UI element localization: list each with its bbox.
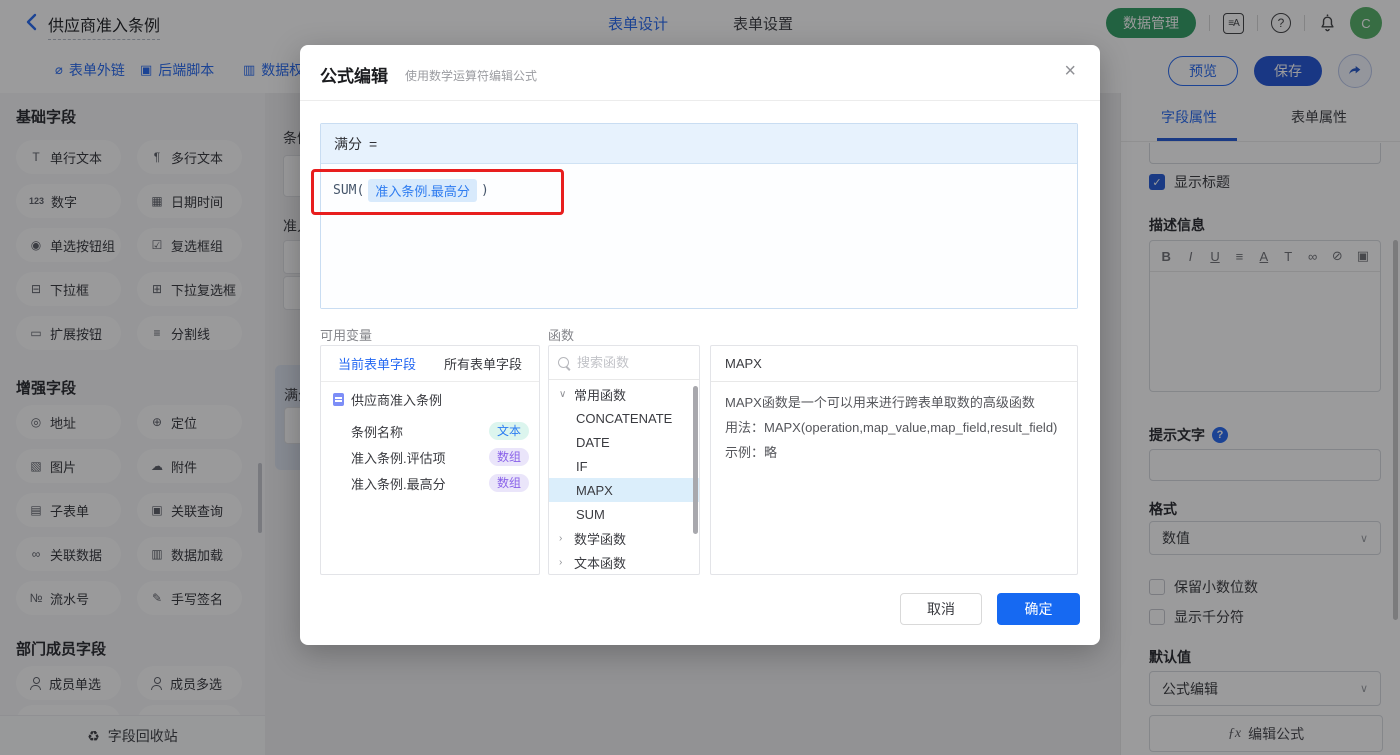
modal-title: 公式编辑 (320, 67, 388, 86)
close-icon[interactable]: × (1064, 61, 1076, 81)
doc-line: 用法：MAPX(operation,map_value,map_field,re… (725, 420, 1058, 435)
variables-section-label: 可用变量 (320, 328, 373, 343)
functions-panel: ∨ 常用函数 CONCATENATE DATE IF MAPX SUM › 数学… (548, 345, 700, 575)
modal-footer: 取消 确定 (900, 593, 1080, 625)
chevron-right-icon: › (559, 532, 563, 544)
formula-equals: = (369, 135, 378, 152)
variables-tree-root[interactable]: 供应商准入条例 (333, 390, 442, 409)
doc-line: 示例：略 (725, 445, 778, 460)
app-window: 供应商准入条例 表单设计 表单设置 数据管理 ≡A ? C ⌀ 表单外链 ▣ 后… (0, 0, 1400, 755)
chevron-right-icon: › (559, 556, 563, 568)
chevron-down-icon: ∨ (559, 388, 567, 400)
function-group-math[interactable]: › 数学函数 (549, 526, 699, 550)
function-doc-body: MAPX函数是一个可以用来进行跨表单取数的高级函数 用法：MAPX(operat… (725, 390, 1065, 465)
function-list-scrollbar[interactable] (693, 386, 698, 534)
function-search-row (549, 346, 699, 380)
group-label: 文本函数 (574, 555, 627, 571)
function-group-text[interactable]: › 文本函数 (549, 550, 699, 574)
functions-section-label: 函数 (548, 328, 575, 343)
ok-button[interactable]: 确定 (997, 593, 1080, 625)
variable-item[interactable]: 准入条例.最高分 数组 (351, 470, 529, 496)
type-badge: 数组 (488, 448, 529, 466)
doc-line: MAPX函数是一个可以用来进行跨表单取数的高级函数 (725, 395, 1035, 410)
function-search-input[interactable] (575, 354, 679, 371)
type-badge: 文本 (488, 422, 529, 440)
function-item-date[interactable]: DATE (549, 430, 699, 454)
variable-item[interactable]: 准入条例.评估项 数组 (351, 444, 529, 470)
tab-all-form-fields[interactable]: 所有表单字段 (444, 354, 522, 373)
red-highlight-box (311, 169, 564, 215)
variable-item[interactable]: 条例名称 文本 (351, 418, 529, 444)
search-icon (558, 357, 569, 368)
group-label: 数学函数 (574, 531, 627, 547)
modal-subtitle: 使用数学运算符编辑公式 (405, 69, 538, 83)
function-item-concatenate[interactable]: CONCATENATE (549, 406, 699, 430)
formula-target-row: 满分 = (321, 124, 1077, 164)
function-group-common[interactable]: ∨ 常用函数 (549, 382, 699, 406)
variable-name: 准入条例.评估项 (351, 450, 446, 466)
function-doc-panel: MAPX MAPX函数是一个可以用来进行跨表单取数的高级函数 用法：MAPX(o… (710, 345, 1078, 575)
function-list: ∨ 常用函数 CONCATENATE DATE IF MAPX SUM › 数学… (549, 382, 699, 574)
group-label: 常用函数 (574, 387, 627, 403)
variable-name: 准入条例.最高分 (351, 476, 446, 492)
variables-panel: 当前表单字段 所有表单字段 供应商准入条例 条例名称 文本 准入条例.评估项 数… (320, 345, 540, 575)
modal-header: 公式编辑 使用数学运算符编辑公式 × (300, 45, 1100, 101)
formula-editor-modal: 公式编辑 使用数学运算符编辑公式 × 满分 = SUM( 准入条例.最高分 ) … (300, 45, 1100, 645)
variable-name: 条例名称 (351, 424, 404, 440)
function-item-mapx[interactable]: MAPX (549, 478, 699, 502)
function-doc-title: MAPX (711, 346, 1077, 382)
variables-tabs: 当前表单字段 所有表单字段 (321, 346, 539, 382)
formula-target: 满分 (334, 135, 362, 152)
tree-root-label: 供应商准入条例 (351, 393, 443, 408)
cancel-button[interactable]: 取消 (900, 593, 982, 625)
formula-box: 满分 = SUM( 准入条例.最高分 ) (311, 123, 1078, 309)
tab-current-form-fields[interactable]: 当前表单字段 (338, 354, 416, 373)
form-document-icon (333, 393, 344, 406)
function-item-sum[interactable]: SUM (549, 502, 699, 526)
function-item-if[interactable]: IF (549, 454, 699, 478)
type-badge: 数组 (488, 474, 529, 492)
